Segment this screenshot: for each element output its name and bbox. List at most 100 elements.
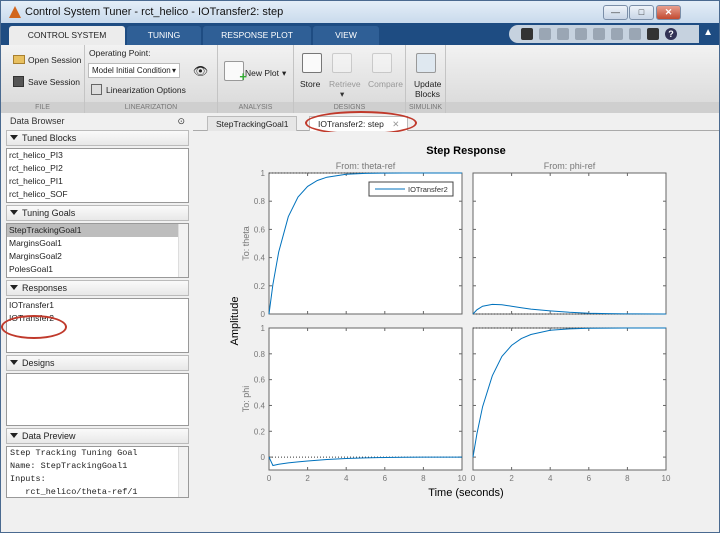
- operating-point-dropdown[interactable]: Model Initial Condition ▾: [88, 63, 180, 78]
- row-label: To: phi: [241, 386, 251, 413]
- undo-icon[interactable]: [611, 28, 623, 40]
- y-tick-label: 1: [261, 324, 266, 333]
- close-tab-icon[interactable]: ✕: [392, 119, 399, 129]
- responses-label: Responses: [22, 283, 68, 293]
- scrollbar[interactable]: [178, 224, 188, 277]
- y-tick-label: 0.8: [254, 350, 266, 359]
- x-tick-label: 2: [305, 474, 310, 483]
- quick-access-toolbar: ?: [509, 25, 699, 43]
- y-tick-label: 1: [261, 169, 266, 178]
- designs-section-label: DESIGNS: [294, 102, 405, 113]
- paste-icon[interactable]: [593, 28, 605, 40]
- list-item[interactable]: MarginsGoal1: [7, 237, 188, 250]
- preview-line: Step Tracking Tuning Goal: [10, 448, 138, 458]
- scrollbar[interactable]: [178, 447, 188, 497]
- tab-tuning[interactable]: TUNING: [127, 26, 201, 45]
- collapse-icon: [10, 135, 18, 140]
- list-item[interactable]: PolesGoal1: [7, 263, 188, 276]
- document-tabs: StepTrackingGoal1 IOTransfer2: step ✕: [193, 114, 719, 131]
- plot-area: Step Response Time (seconds) Amplitude From…: [193, 132, 719, 514]
- close-button[interactable]: ✕: [656, 5, 681, 20]
- operating-point-label: Operating Point:: [89, 48, 151, 58]
- update-blocks-button-line2[interactable]: Blocks: [415, 89, 440, 99]
- tab-response-plot[interactable]: RESPONSE PLOT: [203, 26, 311, 45]
- minimize-button[interactable]: —: [603, 5, 628, 20]
- designs-header[interactable]: Designs: [6, 355, 189, 371]
- data-preview-text: Step Tracking Tuning Goal Name: StepTrac…: [6, 446, 189, 498]
- doc-tab-steptrackinggoal1[interactable]: StepTrackingGoal1: [207, 116, 298, 131]
- chevron-down-icon[interactable]: ▾: [282, 68, 286, 79]
- new-plot-button[interactable]: New Plot: [245, 68, 279, 78]
- tuning-goals-label: Tuning Goals: [22, 208, 76, 218]
- list-item[interactable]: rct_helico_SOF: [7, 188, 188, 201]
- list-item[interactable]: IOTransfer2: [7, 312, 188, 325]
- list-item[interactable]: rct_helico_PI3: [7, 149, 188, 162]
- preview-line: Inputs:: [10, 474, 46, 484]
- tuned-blocks-header[interactable]: Tuned Blocks: [6, 130, 189, 146]
- save-icon[interactable]: [539, 28, 551, 40]
- open-session-button[interactable]: Open Session: [28, 55, 81, 65]
- data-browser-header: Data Browser ⊙: [6, 114, 189, 128]
- chart-title: Step Response: [426, 145, 505, 157]
- compare-icon: [372, 53, 392, 73]
- tab-view[interactable]: VIEW: [313, 26, 379, 45]
- eye-icon[interactable]: 👁: [193, 64, 208, 78]
- maximize-button[interactable]: □: [629, 5, 654, 20]
- tab-control-system[interactable]: CONTROL SYSTEM: [9, 26, 125, 45]
- open-help-icon[interactable]: [521, 28, 533, 40]
- x-tick-label: 0: [267, 474, 272, 483]
- tuning-goals-header[interactable]: Tuning Goals: [6, 205, 189, 221]
- y-tick-label: 0: [261, 310, 266, 319]
- doc-tab-label: IOTransfer2: step: [318, 119, 384, 129]
- data-preview-label: Data Preview: [22, 431, 76, 441]
- store-icon: [302, 53, 322, 73]
- x-tick-label: 4: [344, 474, 349, 483]
- data-browser: Data Browser ⊙ Tuned Blocks rct_helico_PI…: [6, 114, 189, 514]
- axes-box: [472, 172, 667, 315]
- panel-menu-icon[interactable]: ⊙: [177, 114, 185, 128]
- list-item[interactable]: MarginsGoal2: [7, 250, 188, 263]
- compare-button: Compare: [368, 79, 403, 89]
- x-tick-label: 0: [471, 474, 476, 483]
- tuned-blocks-label: Tuned Blocks: [22, 133, 77, 143]
- matlab-logo-icon: [9, 6, 21, 18]
- simulink-section: Update Blocks SIMULINK: [406, 45, 446, 113]
- chevron-down-icon: ▾: [171, 66, 176, 75]
- list-item[interactable]: IOTransfer1: [7, 299, 188, 312]
- help-icon[interactable]: ?: [665, 28, 677, 40]
- x-tick-label: 4: [548, 474, 553, 483]
- copy-icon[interactable]: [575, 28, 587, 40]
- update-blocks-button[interactable]: Update: [414, 79, 441, 89]
- file-section: Open Session Save Session FILE: [1, 45, 85, 113]
- list-item[interactable]: rct_helico_PI1: [7, 175, 188, 188]
- list-item[interactable]: StepTrackingGoal1: [7, 224, 178, 237]
- collapse-ribbon-icon[interactable]: ▲: [703, 27, 713, 38]
- designs-section: Store Retrieve ▾ Compare DESIGNS: [294, 45, 406, 113]
- x-tick-label: 10: [662, 474, 671, 483]
- cut-icon[interactable]: [557, 28, 569, 40]
- preview-line: Name: StepTrackingGoal1: [10, 461, 128, 471]
- collapse-icon: [10, 210, 18, 215]
- doc-tab-iotransfer2-step[interactable]: IOTransfer2: step ✕: [309, 116, 409, 131]
- ribbon-tab-strip: CONTROL SYSTEM TUNING RESPONSE PLOT VIEW…: [1, 23, 719, 45]
- collapse-icon: [10, 360, 18, 365]
- collapse-icon: [10, 285, 18, 290]
- update-blocks-icon: [416, 53, 436, 73]
- x-tick-label: 10: [458, 474, 467, 483]
- list-item[interactable]: rct_helico_PI2: [7, 162, 188, 175]
- new-plot-icon: +: [224, 61, 247, 84]
- column-label: From: theta-ref: [336, 161, 396, 171]
- redo-icon[interactable]: [629, 28, 641, 40]
- operating-point-value: Model Initial Condition: [92, 66, 171, 75]
- tuning-goals-list: StepTrackingGoal1 MarginsGoal1 MarginsGo…: [6, 223, 189, 278]
- app-window: Control System Tuner - rct_helico - IOTr…: [0, 0, 720, 533]
- data-browser-title: Data Browser: [10, 116, 65, 126]
- data-preview-header[interactable]: Data Preview: [6, 428, 189, 444]
- linearization-options-button[interactable]: Linearization Options: [106, 85, 186, 95]
- layout-icon[interactable]: [647, 28, 659, 40]
- x-tick-label: 8: [421, 474, 426, 483]
- x-tick-label: 2: [509, 474, 514, 483]
- save-session-button[interactable]: Save Session: [28, 77, 80, 87]
- responses-header[interactable]: Responses: [6, 280, 189, 296]
- store-button[interactable]: Store: [300, 79, 320, 89]
